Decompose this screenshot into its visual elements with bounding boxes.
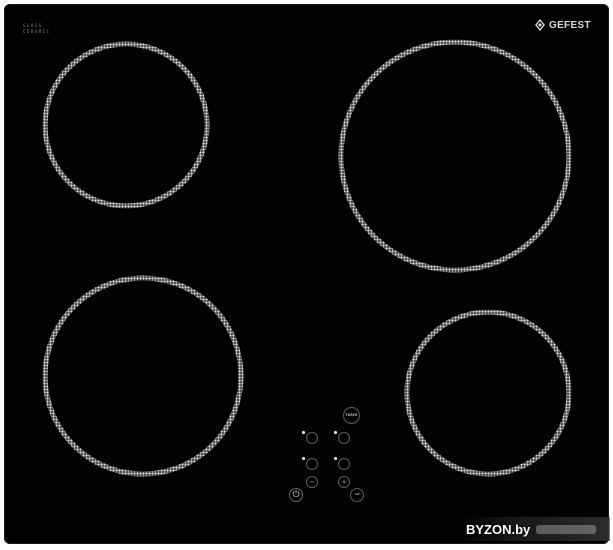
gefest-flame-icon [535, 19, 545, 31]
zone-select-back-left-button[interactable] [302, 431, 318, 444]
cooking-zone-back-right [338, 39, 572, 273]
zone-select-front-right-button[interactable] [334, 457, 350, 470]
zone-indicator-dot [334, 457, 337, 460]
minus-button[interactable]: − [306, 476, 318, 488]
brand-name: GEFEST [549, 19, 591, 31]
glass-label-line2: CERAMIC [23, 29, 51, 34]
cooktop-glass-surface: GLASS CERAMIC GEFEST TIMER − + ⏻ ⊸ [4, 4, 609, 544]
zone-indicator-dot [302, 457, 305, 460]
zone-indicator-dot [302, 431, 305, 434]
brand-logo: GEFEST [534, 19, 591, 31]
watermark-blurred-text [536, 524, 597, 534]
cooking-zone-front-left [42, 275, 244, 477]
watermark: BYZON.by [460, 517, 610, 541]
watermark-text: BYZON.by [466, 521, 531, 537]
zone-select-front-left-button[interactable] [302, 457, 318, 470]
cooking-zone-front-right [404, 309, 572, 477]
zone-indicator-dot [334, 431, 337, 434]
glass-ceramic-label: GLASS CERAMIC [23, 23, 50, 35]
plus-button[interactable]: + [338, 476, 350, 488]
cooking-zone-back-left [42, 41, 210, 209]
zone-select-back-right-button[interactable] [334, 431, 350, 444]
